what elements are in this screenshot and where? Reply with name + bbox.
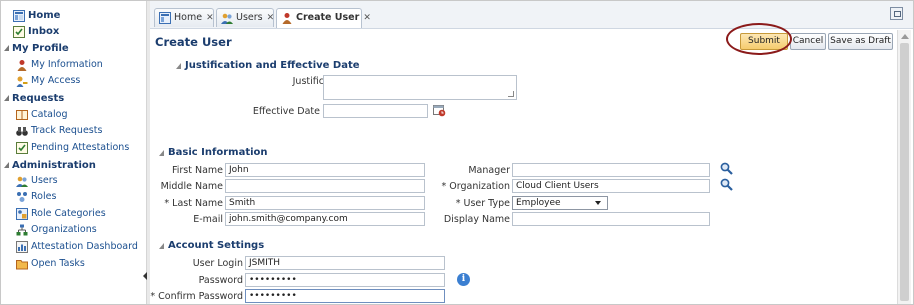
effective-date-field[interactable] [323, 104, 428, 118]
sidebar-nav: Home Inbox My Profile My Information My … [1, 1, 146, 304]
confirm-password-field[interactable]: ••••••••• [245, 289, 445, 303]
save-as-draft-button[interactable]: Save as Draft [828, 33, 893, 50]
user-login-field[interactable]: JSMITH [245, 256, 445, 270]
collapse-triangle-icon[interactable] [4, 95, 9, 101]
last-name-field[interactable]: Smith [225, 196, 425, 210]
search-icon[interactable] [720, 162, 733, 175]
email-label: E-mail [193, 214, 223, 225]
display-name-field[interactable] [512, 212, 710, 226]
tab-label: Home [174, 12, 203, 23]
user-type-select[interactable]: Employee [512, 196, 608, 210]
page-title: Create User [155, 35, 232, 49]
roles-icon [17, 192, 27, 202]
middle-name-field[interactable] [225, 179, 425, 193]
confirm-password-label: * Confirm Password [150, 291, 243, 302]
collapse-triangle-icon[interactable] [4, 45, 9, 51]
manager-label: Manager [468, 165, 510, 176]
middle-name-label: Middle Name [160, 181, 223, 192]
scroll-thumb[interactable] [900, 43, 909, 301]
tab-create-user[interactable]: Create User ✕ [276, 8, 371, 28]
user-login-label: User Login [192, 258, 243, 269]
vertical-scrollbar[interactable] [897, 30, 911, 304]
inbox-icon [13, 26, 25, 38]
open-new-window-icon[interactable] [890, 7, 903, 20]
search-icon[interactable] [720, 178, 733, 191]
organization-label: * Organization [441, 181, 510, 192]
home-icon [13, 10, 25, 22]
close-tab-icon[interactable]: ✕ [267, 9, 275, 27]
first-name-field[interactable]: John [225, 163, 425, 177]
manager-field[interactable] [512, 163, 710, 177]
collapse-triangle-icon[interactable] [4, 162, 9, 168]
first-name-label: First Name [171, 165, 223, 176]
justification-textarea[interactable] [323, 75, 517, 100]
chevron-down-icon [595, 201, 601, 205]
book-icon [16, 110, 28, 120]
sidebar-item-label: Home [28, 10, 61, 21]
organization-icon [16, 224, 28, 236]
dashboard-icon [16, 241, 28, 253]
effective-date-label: Effective Date [252, 106, 320, 117]
tab-users[interactable]: Users ✕ [216, 8, 274, 27]
password-field[interactable]: ••••••••• [245, 273, 445, 287]
tab-home[interactable]: Home ✕ [154, 8, 214, 27]
email-field[interactable]: john.smith@company.com [225, 212, 425, 226]
key-user-icon [16, 76, 28, 87]
home-icon [159, 12, 171, 24]
cancel-button[interactable]: Cancel [790, 33, 826, 50]
users-icon [221, 13, 233, 24]
users-icon [16, 176, 28, 187]
person-icon [17, 60, 27, 71]
display-name-label: Display Name [443, 214, 510, 225]
submit-highlight-annotation [726, 23, 792, 55]
folder-icon [16, 260, 28, 270]
info-icon[interactable]: i [457, 273, 470, 286]
tab-label: Users [236, 12, 263, 23]
scroll-up-icon[interactable] [901, 34, 909, 39]
checklist-icon [16, 142, 28, 154]
collapse-sidebar-arrow-icon[interactable] [143, 268, 148, 284]
binoculars-icon [16, 127, 28, 136]
organization-field[interactable]: Cloud Client Users [512, 179, 710, 193]
user-type-label: * User Type [455, 198, 510, 209]
user-type-value: Employee [516, 198, 561, 208]
section-header-justification[interactable]: Justification and Effective Date [176, 60, 360, 71]
role-categories-icon [16, 208, 28, 220]
section-header-basic-information[interactable]: Basic Information [159, 147, 268, 158]
password-label: Password [198, 275, 243, 286]
section-header-account-settings[interactable]: Account Settings [159, 240, 264, 251]
close-tab-icon[interactable]: ✕ [206, 9, 214, 27]
close-tab-icon[interactable]: ✕ [363, 9, 371, 27]
calendar-icon[interactable] [433, 104, 446, 117]
tab-label: Create User [296, 12, 360, 23]
last-name-label: * Last Name [164, 198, 223, 209]
sidebar-item-label: Inbox [28, 26, 60, 37]
main-content: Create User Submit Cancel Save as Draft … [150, 30, 897, 304]
person-icon [282, 13, 292, 24]
